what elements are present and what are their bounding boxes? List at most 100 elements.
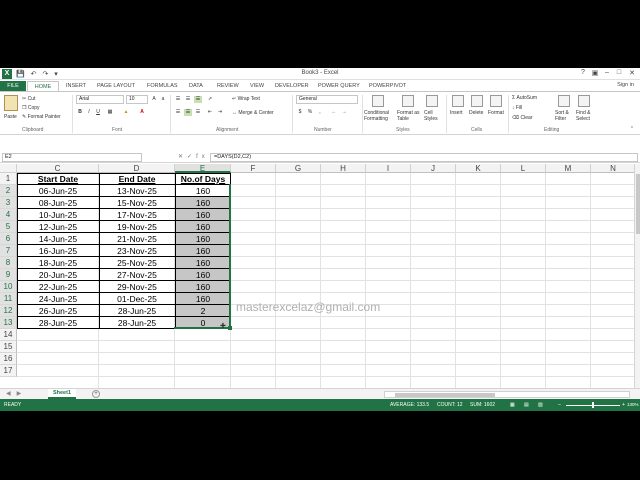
tab-page-layout[interactable]: PAGE LAYOUT — [97, 81, 135, 91]
font-color-icon[interactable]: A — [138, 109, 146, 116]
paste-button[interactable]: Paste — [4, 114, 17, 120]
column-header-g[interactable]: G — [276, 164, 321, 173]
underline-button[interactable]: U — [94, 109, 102, 116]
row-header-14[interactable]: 14 — [0, 329, 17, 341]
find-select-button[interactable]: Find & Select — [576, 110, 596, 122]
vertical-scrollbar[interactable] — [634, 164, 640, 388]
tab-view[interactable]: VIEW — [250, 81, 264, 91]
insert-button[interactable]: Insert — [450, 110, 463, 116]
page-layout-view-icon[interactable]: ▤ — [524, 402, 529, 408]
tab-data[interactable]: DATA — [189, 81, 203, 91]
shrink-font-icon[interactable]: a — [159, 96, 167, 103]
align-right-icon[interactable]: ☰ — [194, 109, 202, 116]
tab-file[interactable]: FILE — [0, 81, 26, 91]
align-center-icon[interactable]: ☰ — [184, 109, 192, 116]
tab-review[interactable]: REVIEW — [217, 81, 239, 91]
font-size-select[interactable]: 10 — [126, 95, 148, 104]
column-header-d[interactable]: D — [99, 164, 175, 173]
orientation-icon[interactable]: ⇗ — [206, 96, 214, 103]
row-header-3[interactable]: 3 — [0, 197, 17, 209]
align-left-icon[interactable]: ☰ — [174, 109, 182, 116]
paste-icon[interactable] — [4, 95, 18, 111]
bold-button[interactable]: B — [76, 109, 84, 116]
column-header-h[interactable]: H — [321, 164, 366, 173]
zoom-level[interactable]: 130% — [627, 402, 639, 407]
row-header-7[interactable]: 7 — [0, 245, 17, 257]
grow-font-icon[interactable]: A — [150, 96, 158, 103]
row-header-11[interactable]: 11 — [0, 293, 17, 305]
percent-icon[interactable]: % — [306, 109, 314, 116]
formula-bar-icons[interactable]: ✕✓fx — [178, 153, 209, 160]
row-header-8[interactable]: 8 — [0, 257, 17, 269]
name-box[interactable]: E2 — [2, 153, 142, 162]
sign-in-link[interactable]: Sign in — [617, 82, 634, 88]
row-header-17[interactable]: 17 — [0, 365, 17, 377]
row-header-13[interactable]: 13 — [0, 317, 17, 329]
ribbon-display-icon[interactable]: ▣ — [590, 69, 600, 77]
row-header-6[interactable]: 6 — [0, 233, 17, 245]
format-as-table-button[interactable]: Format as Table — [397, 110, 423, 122]
row-header-16[interactable]: 16 — [0, 353, 17, 365]
row-header-1[interactable]: 1 — [0, 173, 17, 185]
enter-icon[interactable]: ✓ — [187, 154, 196, 160]
cell-styles-button[interactable]: Cell Styles — [424, 110, 444, 122]
clear-button[interactable]: ⌫ Clear — [512, 115, 532, 121]
fill-color-icon[interactable]: ▲ — [122, 109, 130, 116]
sheet-nav-arrows[interactable]: ◀▶ — [6, 390, 27, 397]
tab-insert[interactable]: INSERT — [66, 81, 86, 91]
row-header-15[interactable]: 15 — [0, 341, 17, 353]
italic-button[interactable]: I — [85, 109, 93, 116]
cancel-icon[interactable]: ✕ — [178, 154, 187, 160]
tab-power-query[interactable]: POWER QUERY — [318, 81, 360, 91]
decrease-decimal-icon[interactable]: → — [340, 109, 348, 116]
formula-input[interactable]: =DAYS(D2,C2) — [210, 153, 638, 162]
column-header-f[interactable]: F — [231, 164, 276, 173]
currency-icon[interactable]: $ — [296, 109, 304, 116]
zoom-in-icon[interactable]: + — [622, 402, 625, 408]
column-header-e[interactable]: E — [175, 164, 231, 173]
row-header-12[interactable]: 12 — [0, 305, 17, 317]
help-icon[interactable]: ? — [578, 69, 588, 76]
column-header-i[interactable]: I — [366, 164, 411, 173]
tab-powerpivot[interactable]: POWERPIVOT — [369, 81, 406, 91]
fill-button[interactable]: ↓ Fill — [512, 105, 522, 111]
font-name-select[interactable]: Arial — [76, 95, 124, 104]
increase-indent-icon[interactable]: ⇥ — [216, 109, 224, 116]
row-header-5[interactable]: 5 — [0, 221, 17, 233]
column-header-n[interactable]: N — [591, 164, 634, 173]
wrap-text-button[interactable]: ↵ Wrap Text — [232, 96, 260, 102]
column-header-j[interactable]: J — [411, 164, 456, 173]
column-header-k[interactable]: K — [456, 164, 501, 173]
autosum-button[interactable]: Σ AutoSum — [512, 95, 537, 101]
column-header-m[interactable]: M — [546, 164, 591, 173]
align-bottom-icon[interactable]: ☰ — [194, 96, 202, 103]
decrease-indent-icon[interactable]: ⇤ — [206, 109, 214, 116]
close-icon[interactable]: ✕ — [627, 69, 637, 77]
delete-button[interactable]: Delete — [469, 110, 483, 116]
row-header-10[interactable]: 10 — [0, 281, 17, 293]
format-painter-button[interactable]: ✎ Format Painter — [22, 114, 61, 120]
zoom-out-icon[interactable]: – — [558, 402, 561, 408]
comma-style-icon[interactable]: , — [316, 109, 324, 116]
horizontal-scrollbar[interactable] — [384, 391, 630, 398]
increase-decimal-icon[interactable]: ← — [330, 109, 338, 116]
align-middle-icon[interactable]: ☰ — [184, 96, 192, 103]
zoom-slider-thumb[interactable] — [592, 402, 594, 408]
vertical-scroll-thumb[interactable] — [636, 174, 640, 234]
worksheet-grid[interactable]: C D E F G H I J K L M N 1 2 3 4 5 6 7 8 9 10 11 12 13 14 15 16 17 Sta… — [0, 164, 634, 388]
maximize-icon[interactable]: □ — [614, 69, 624, 76]
tab-formulas[interactable]: FORMULAS — [147, 81, 178, 91]
tab-developer[interactable]: DEVELOPER — [275, 81, 309, 91]
row-header-4[interactable]: 4 — [0, 209, 17, 221]
copy-button[interactable]: ❐ Copy — [22, 105, 40, 111]
page-break-view-icon[interactable]: ▧ — [538, 402, 543, 408]
conditional-formatting-button[interactable]: Conditional Formatting — [364, 110, 396, 122]
row-header-9[interactable]: 9 — [0, 269, 17, 281]
sort-filter-button[interactable]: Sort & Filter — [555, 110, 575, 122]
select-all-corner[interactable] — [0, 164, 17, 173]
collapse-ribbon-icon[interactable]: ⌃ — [628, 126, 636, 133]
number-format-select[interactable]: General — [296, 95, 358, 104]
sheet-tab-sheet1[interactable]: Sheet1 — [48, 389, 76, 399]
add-sheet-button[interactable]: + — [92, 390, 100, 398]
normal-view-icon[interactable]: ▦ — [510, 402, 515, 408]
